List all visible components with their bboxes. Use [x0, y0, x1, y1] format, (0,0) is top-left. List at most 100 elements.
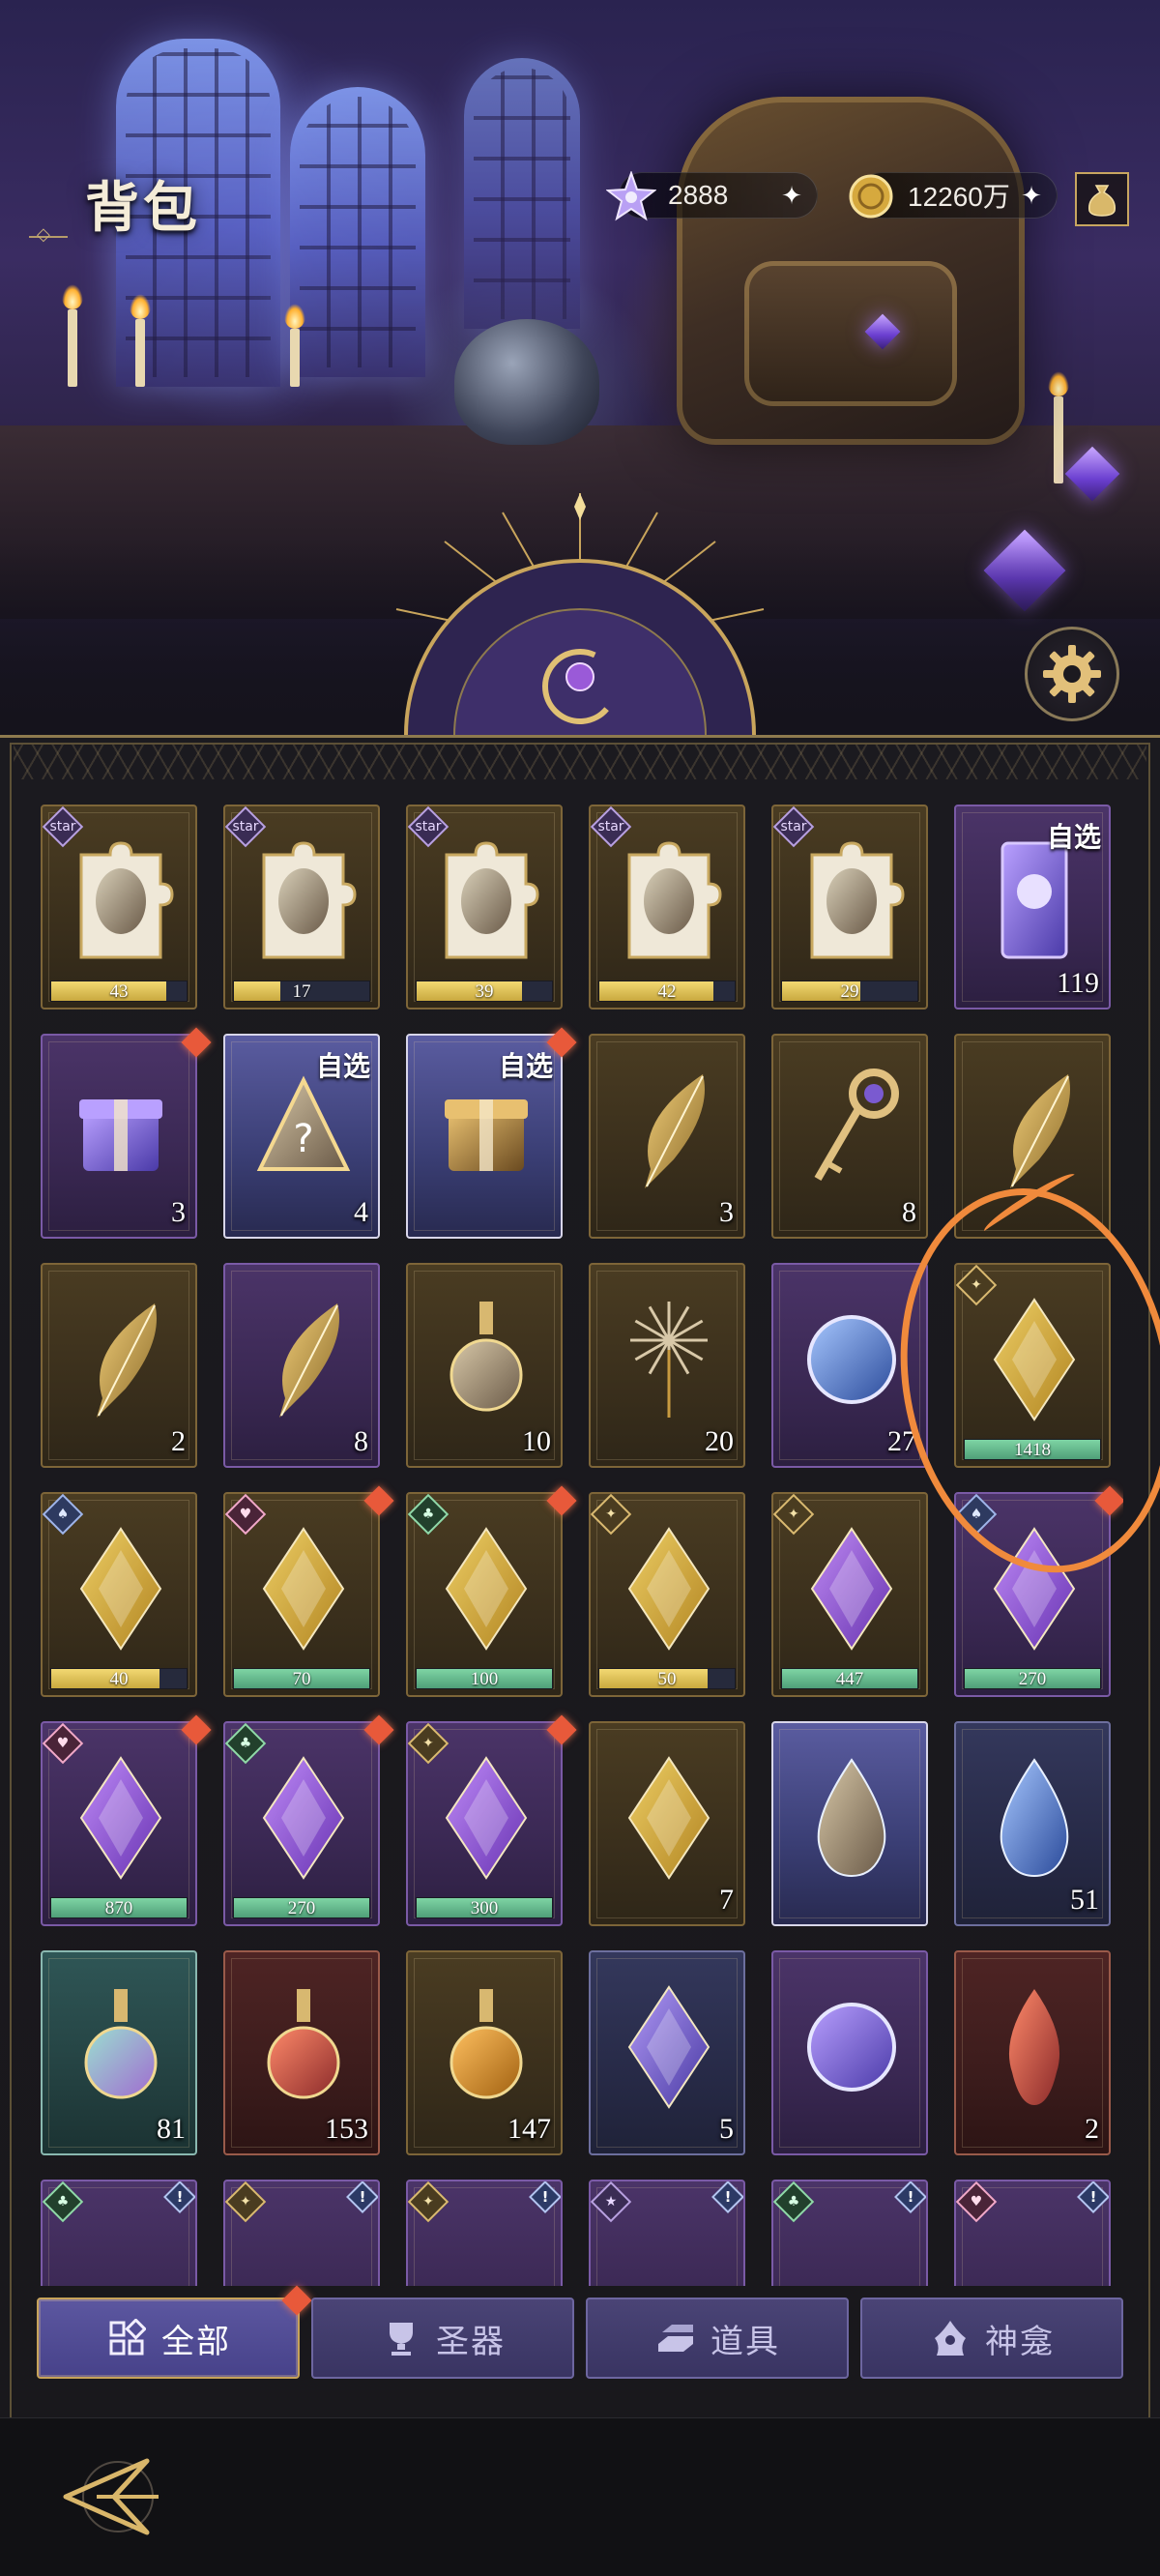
settings-button[interactable] — [1025, 627, 1119, 721]
shard-count: 447 — [835, 1669, 864, 1689]
shrine-icon — [929, 2317, 972, 2359]
amber-potion-icon — [433, 1979, 539, 2115]
gold-crystal-club-icon — [433, 1521, 539, 1656]
fireworks-icon — [616, 1292, 722, 1427]
tab-all[interactable]: 全部 — [37, 2285, 312, 2379]
inventory-item[interactable]: star 42 — [589, 805, 745, 1010]
panel-ornament-band — [14, 745, 1146, 779]
tab-artifacts[interactable]: 圣器 — [311, 2298, 574, 2379]
inventory-item[interactable]: 10 — [406, 1263, 563, 1468]
flame-essence-icon — [981, 1979, 1088, 2115]
inventory-item[interactable]: ♣ 100 — [406, 1492, 563, 1697]
inventory-item[interactable]: ✦ 447 — [771, 1492, 928, 1697]
inventory-item[interactable]: star 43 — [41, 805, 197, 1010]
inventory-item[interactable]: ♣ 270 — [223, 1721, 380, 1926]
hammer-in-crystal-icon — [798, 1750, 905, 1886]
candle — [62, 284, 83, 387]
inventory-item[interactable]: ? 自选 4 — [223, 1034, 380, 1239]
ingot-icon — [654, 2317, 697, 2359]
money-bag-button[interactable] — [1075, 172, 1129, 226]
item-quantity: 4 — [354, 1196, 368, 1228]
inventory-item[interactable]: 2 — [954, 1950, 1111, 2155]
shard-progress-bar: 17 — [233, 981, 370, 1002]
purple-crystal-bird-icon — [798, 1521, 905, 1656]
item-quantity: 51 — [1070, 1884, 1099, 1916]
back-button[interactable] — [54, 2439, 178, 2555]
add-star-crystal-button[interactable]: ✦ — [776, 181, 807, 212]
inventory-item[interactable]: 2 — [41, 1263, 197, 1468]
stained-glass-window — [290, 87, 425, 377]
inventory-item[interactable]: ♥! — [954, 2180, 1111, 2286]
puzzle-portrait-silver-hair-icon — [68, 834, 174, 969]
item-quantity: 7 — [719, 1884, 734, 1916]
inventory-item[interactable]: 3 — [41, 1034, 197, 1239]
shard-progress-bar: 39 — [416, 981, 553, 1002]
item-quantity: 2 — [171, 1425, 186, 1457]
shard-count: 70 — [292, 1669, 311, 1689]
currency-star-crystal[interactable]: 2888 ✦ — [606, 171, 818, 221]
item-quantity: 5 — [719, 2113, 734, 2145]
magic-orb-icon — [798, 1979, 905, 2115]
inventory-item[interactable] — [771, 1950, 928, 2155]
inventory-item[interactable]: 51 — [954, 1721, 1111, 1926]
inventory-item[interactable]: 81 — [41, 1950, 197, 2155]
inventory-item[interactable]: 5 — [589, 1950, 745, 2155]
currency-gold-coin[interactable]: 12260万 ✦ — [849, 172, 1058, 219]
inventory-item[interactable]: star 39 — [406, 805, 563, 1010]
inventory-item[interactable]: 自选 119 — [954, 805, 1111, 1010]
tab-shrine[interactable]: 神龛 — [860, 2298, 1123, 2379]
partial-item-icon — [798, 2209, 905, 2286]
partial-plant-icon — [616, 2209, 722, 2286]
inventory-item[interactable]: 自选 — [406, 1034, 563, 1239]
inventory-grid: star 43 star 17 star 39 star 42 star 29 自选 119… — [41, 805, 1123, 2286]
inventory-item[interactable]: 7 — [589, 1721, 745, 1926]
inventory-item[interactable]: ✦! — [406, 2180, 563, 2286]
inventory-item[interactable]: 147 — [406, 1950, 563, 2155]
partial-plant-icon — [250, 2209, 357, 2286]
inventory-item[interactable]: ✦ 50 — [589, 1492, 745, 1697]
gold-crystal-spade-icon — [68, 1521, 174, 1656]
inventory-item[interactable]: 3 — [589, 1034, 745, 1239]
gold-coin-value: 12260万 — [908, 182, 1010, 212]
inventory-item[interactable]: ✦ 300 — [406, 1721, 563, 1926]
star-crystal-value: 2888 — [668, 180, 729, 210]
shard-progress-bar: 42 — [598, 981, 736, 1002]
inventory-item[interactable]: star 29 — [771, 805, 928, 1010]
clover-feather-icon — [68, 1292, 174, 1427]
inventory-item[interactable]: ♥ 870 — [41, 1721, 197, 1926]
inventory-item[interactable]: 8 — [223, 1263, 380, 1468]
inventory-item[interactable]: star 17 — [223, 805, 380, 1010]
inventory-item[interactable]: ♥ 70 — [223, 1492, 380, 1697]
inventory-item[interactable]: 8 — [771, 1034, 928, 1239]
purple-crystal-heart-icon — [68, 1750, 174, 1886]
shard-count: 270 — [287, 1898, 316, 1918]
selectable-label: 自选 — [498, 1050, 553, 1082]
shard-count: 17 — [292, 981, 311, 1002]
shard-progress-bar: 870 — [50, 1897, 188, 1918]
partial-item-icon — [68, 2209, 174, 2286]
shard-count: 100 — [470, 1669, 499, 1689]
tab-props[interactable]: 道具 — [586, 2298, 849, 2379]
gold-coin-icon — [842, 167, 900, 225]
teapot-illustration — [454, 319, 599, 445]
puzzle-portrait-dark-long-hair-icon — [616, 834, 722, 969]
inventory-item[interactable]: ♠ 40 — [41, 1492, 197, 1697]
title-ornament — [29, 224, 68, 245]
inventory-item[interactable] — [771, 1721, 928, 1926]
shard-count: 29 — [840, 981, 859, 1002]
inventory-item[interactable]: ♣! — [771, 2180, 928, 2286]
partial-plant-icon — [433, 2209, 539, 2286]
candle — [284, 304, 305, 387]
item-quantity: 3 — [171, 1196, 186, 1228]
heart-pendant-icon — [68, 1979, 174, 2115]
inventory-item[interactable]: ✦! — [223, 2180, 380, 2286]
inventory-item[interactable]: ♣! — [41, 2180, 197, 2286]
golden-feather-icon — [616, 1063, 722, 1198]
add-gold-coin-button[interactable]: ✦ — [1016, 181, 1047, 212]
shard-count: 40 — [109, 1669, 129, 1689]
inventory-item[interactable]: 20 — [589, 1263, 745, 1468]
inventory-item[interactable]: ★! — [589, 2180, 745, 2286]
inventory-item[interactable]: 153 — [223, 1950, 380, 2155]
stained-glass-window — [464, 58, 580, 329]
shard-count: 270 — [1018, 1669, 1047, 1689]
